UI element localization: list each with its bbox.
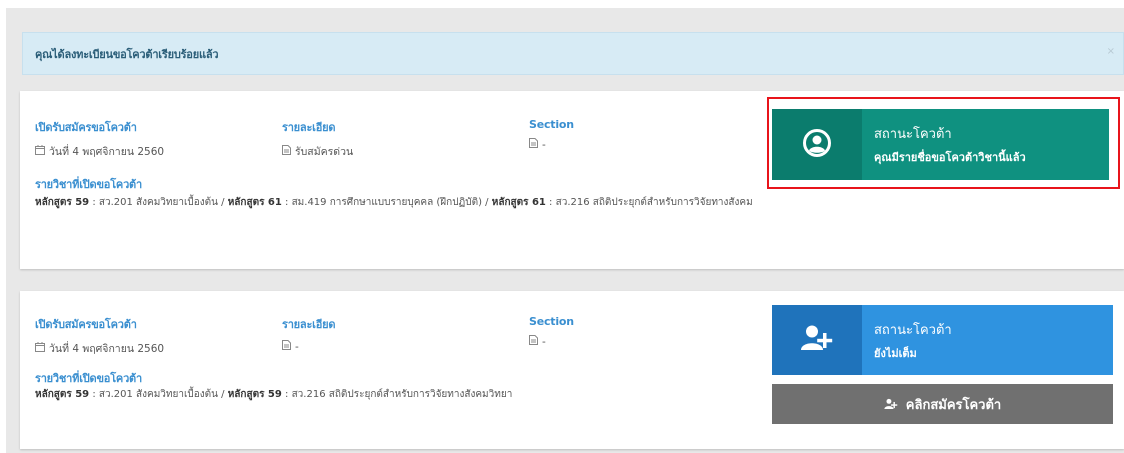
document-icon	[282, 340, 291, 353]
subjects-label: รายวิชาที่เปิดขอโควต้า	[35, 372, 142, 385]
subjects-list: หลักสูตร 59 : สว.201 สังคมวิทยาเบื้องต้น…	[35, 195, 770, 210]
highlight-box	[767, 97, 1120, 189]
detail-value: -	[282, 340, 335, 353]
document-icon	[529, 138, 538, 151]
alert-close-button[interactable]: ×	[1107, 46, 1115, 57]
quota-status-box: สถานะโควต้า ยังไม่เต็ม	[772, 305, 1113, 375]
quota-card: เปิดรับสมัครขอโควต้า วันที่ 4 พฤศจิกายน …	[20, 291, 1124, 449]
user-add-icon	[884, 398, 898, 410]
curriculum-label: หลักสูตร 59	[35, 389, 90, 400]
open-date-text: วันที่ 4 พฤศจิกายน 2560	[49, 343, 165, 355]
open-date-label: เปิดรับสมัครขอโควต้า	[35, 121, 137, 134]
detail-text: -	[295, 340, 299, 353]
status-message: ยังไม่เต็ม	[874, 346, 917, 360]
quota-card: เปิดรับสมัครขอโควต้า วันที่ 4 พฤศจิกายน …	[20, 91, 1124, 269]
section-value: -	[529, 335, 574, 348]
section-column: Section -	[529, 315, 574, 348]
section-label: Section	[529, 118, 574, 131]
course-text: : สม.419 การศึกษาแบบรายบุคคล (ฝึกปฏิบัติ…	[281, 197, 492, 208]
status-body: สถานะโควต้า ยังไม่เต็ม	[862, 305, 952, 375]
status-icon-box	[772, 305, 862, 375]
section-column: Section -	[529, 118, 574, 151]
document-icon	[282, 145, 291, 158]
top-strip	[0, 0, 1124, 8]
curriculum-label: หลักสูตร 59	[227, 389, 282, 400]
open-date-value: วันที่ 4 พฤศจิกายน 2560	[35, 340, 164, 357]
course-text: : สว.216 สถิติประยุกต์สำหรับการวิจัยทางส…	[281, 389, 513, 400]
open-date-value: วันที่ 4 พฤศจิกายน 2560	[35, 143, 164, 160]
section-label: Section	[529, 315, 574, 328]
course-text: : สว.216 สถิติประยุกต์สำหรับการวิจัยทางส…	[545, 197, 753, 208]
alert-message: คุณได้ลงทะเบียนขอโควต้าเรียบร้อยแล้ว	[35, 47, 219, 61]
apply-quota-button[interactable]: คลิกสมัครโควต้า	[772, 384, 1113, 424]
course-text: : สว.201 สังคมวิทยาเบื้องต้น /	[89, 389, 228, 400]
subjects-list: หลักสูตร 59 : สว.201 สังคมวิทยาเบื้องต้น…	[35, 387, 770, 402]
section-value: -	[529, 138, 574, 151]
apply-button-label: คลิกสมัครโควต้า	[905, 397, 1002, 413]
section-text: -	[542, 335, 546, 348]
curriculum-label: หลักสูตร 59	[35, 197, 90, 208]
curriculum-label: หลักสูตร 61	[491, 197, 546, 208]
section-text: -	[542, 138, 546, 151]
curriculum-label: หลักสูตร 61	[227, 197, 282, 208]
open-date-label: เปิดรับสมัครขอโควต้า	[35, 318, 137, 331]
subjects-label: รายวิชาที่เปิดขอโควต้า	[35, 178, 142, 191]
open-date-text: วันที่ 4 พฤศจิกายน 2560	[49, 146, 165, 158]
detail-column: รายละเอียด -	[282, 315, 336, 353]
detail-column: รายละเอียด รับสมัครด่วน	[282, 118, 353, 160]
success-alert: คุณได้ลงทะเบียนขอโควต้าเรียบร้อยแล้ว ×	[22, 32, 1124, 75]
user-add-icon	[800, 324, 834, 356]
detail-text: รับสมัครด่วน	[295, 146, 354, 158]
document-icon	[529, 335, 538, 348]
page-edge	[0, 0, 6, 453]
calendar-icon	[35, 342, 45, 355]
status-title: สถานะโควต้า	[874, 322, 952, 338]
detail-label: รายละเอียด	[282, 121, 336, 134]
detail-label: รายละเอียด	[282, 318, 336, 331]
calendar-icon	[35, 145, 45, 158]
open-date-column: เปิดรับสมัครขอโควต้า วันที่ 4 พฤศจิกายน …	[35, 315, 164, 357]
detail-value: รับสมัครด่วน	[282, 143, 353, 160]
course-text: : สว.201 สังคมวิทยาเบื้องต้น /	[89, 197, 228, 208]
open-date-column: เปิดรับสมัครขอโควต้า วันที่ 4 พฤศจิกายน …	[35, 118, 164, 160]
